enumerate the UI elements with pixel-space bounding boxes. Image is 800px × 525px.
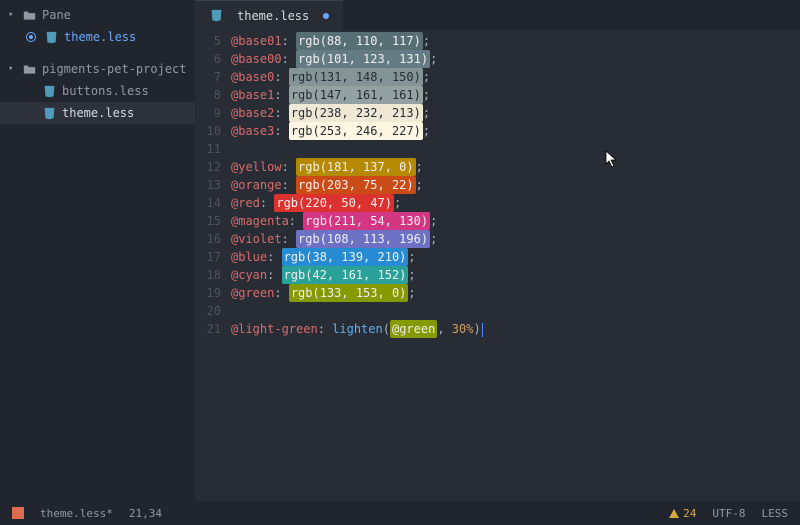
editor-area: theme.less 56789101112131415161718192021… [195,0,800,501]
status-cursor-position[interactable]: 21,34 [129,507,162,520]
code-line: @base3: rgb(253, 246, 227); [231,122,800,140]
code-line: @base01: rgb(88, 110, 117); [231,32,800,50]
tree-root-pane[interactable]: ▾ Pane [0,4,195,26]
code-line: @base2: rgb(238, 232, 213); [231,104,800,122]
line-number: 13 [195,176,231,194]
tree-file-buttons[interactable]: buttons.less [0,80,195,102]
code-line: @base0: rgb(131, 148, 150); [231,68,800,86]
css-file-icon [44,30,58,44]
code-line [231,140,800,158]
tab-label: theme.less [237,9,309,23]
code-line: @light-green: lighten(@green, 30%) [231,320,800,338]
line-number: 12 [195,158,231,176]
tree-project[interactable]: ▾ pigments-pet-project [0,58,195,80]
status-warnings[interactable]: 24 [669,507,696,520]
line-number-gutter: 56789101112131415161718192021 [195,30,231,501]
tree-label: Pane [42,8,71,22]
line-number: 11 [195,140,231,158]
tree-file-theme[interactable]: theme.less [0,102,195,124]
code-line: @cyan: rgb(42, 161, 152); [231,266,800,284]
line-number: 5 [195,32,231,50]
tree-open-file[interactable]: theme.less [0,26,195,48]
code-line: @base1: rgb(147, 161, 161); [231,86,800,104]
code-line: @violet: rgb(108, 113, 196); [231,230,800,248]
line-number: 20 [195,302,231,320]
status-color-swatch[interactable] [12,507,24,519]
radio-checked-icon [26,32,36,42]
code-line: @yellow: rgb(181, 137, 0); [231,158,800,176]
status-filename[interactable]: theme.less* [40,507,113,520]
folder-icon [22,8,36,22]
line-number: 8 [195,86,231,104]
line-number: 19 [195,284,231,302]
status-bar: theme.less* 21,34 24 UTF-8 LESS [0,501,800,525]
code-line: @red: rgb(220, 50, 47); [231,194,800,212]
status-warning-count: 24 [683,507,696,520]
line-number: 9 [195,104,231,122]
line-number: 17 [195,248,231,266]
folder-icon [22,62,36,76]
code-editor[interactable]: @base01: rgb(88, 110, 117);@base00: rgb(… [231,30,800,501]
css-file-icon [42,106,56,120]
code-line: @orange: rgb(203, 75, 22); [231,176,800,194]
tree-label: buttons.less [62,84,149,98]
tree-label: theme.less [62,106,134,120]
code-line: @magenta: rgb(211, 54, 130); [231,212,800,230]
line-number: 15 [195,212,231,230]
tab-bar: theme.less [195,0,800,30]
code-line: @green: rgb(133, 153, 0); [231,284,800,302]
chevron-down-icon: ▾ [8,64,18,74]
line-number: 18 [195,266,231,284]
line-number: 16 [195,230,231,248]
line-number: 14 [195,194,231,212]
code-line: @base00: rgb(101, 123, 131); [231,50,800,68]
line-number: 6 [195,50,231,68]
css-file-icon [209,9,223,23]
dirty-indicator-icon [323,13,329,19]
tree-label: theme.less [64,30,136,44]
line-number: 21 [195,320,231,338]
code-line [231,302,800,320]
status-encoding[interactable]: UTF-8 [712,507,745,520]
status-grammar[interactable]: LESS [762,507,789,520]
line-number: 10 [195,122,231,140]
tab-theme[interactable]: theme.less [195,0,343,30]
css-file-icon [42,84,56,98]
tree-label: pigments-pet-project [42,62,187,76]
warning-icon [669,509,679,518]
chevron-down-icon: ▾ [8,10,18,20]
code-line: @blue: rgb(38, 139, 210); [231,248,800,266]
line-number: 7 [195,68,231,86]
sidebar: ▾ Pane theme.less ▾ pigments-pet-project [0,0,195,501]
